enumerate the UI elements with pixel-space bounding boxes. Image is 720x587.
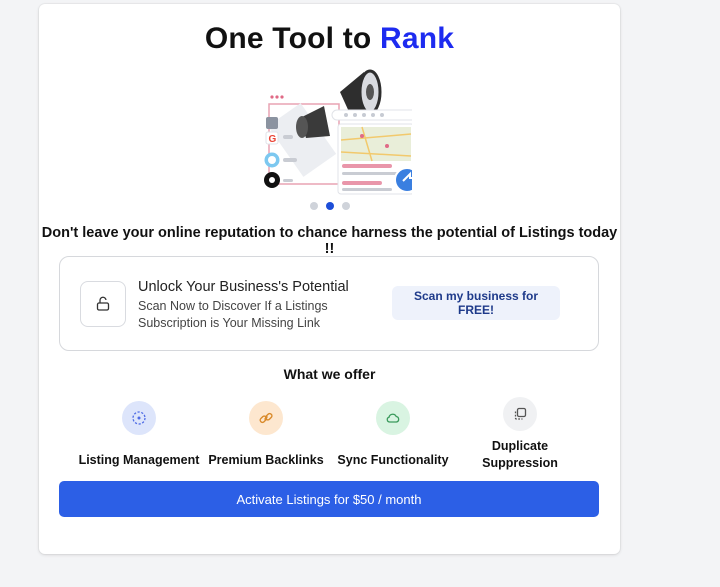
feature-label: Duplicate Suppression <box>482 439 558 470</box>
carousel-dot-active[interactable] <box>325 202 334 210</box>
feature-label: Listing Management <box>78 453 200 467</box>
unlock-heading: Unlock Your Business's Potential <box>138 279 349 295</box>
carousel-dots <box>39 202 620 210</box>
cloud-icon <box>376 401 410 435</box>
feature-sync-functionality: Sync Functionality <box>329 401 457 469</box>
unlock-panel: Unlock Your Business's Potential Scan No… <box>59 256 599 351</box>
unlock-description: Scan Now to Discover If a Listings Subsc… <box>138 299 328 330</box>
carousel-dot[interactable] <box>341 202 350 210</box>
feature-duplicate-suppression: Duplicate Suppression <box>456 397 584 472</box>
offer-heading: What we offer <box>283 366 376 382</box>
feature-listing-management: Listing Management <box>75 401 203 469</box>
title-accent: Rank <box>380 22 455 55</box>
page-title: One Tool to Rank <box>39 22 620 56</box>
hero-illustration: G <box>252 64 425 199</box>
svg-text:G: G <box>269 134 277 145</box>
carousel-dot[interactable] <box>309 202 318 210</box>
target-icon <box>122 401 156 435</box>
feature-label: Sync Functionality <box>337 453 449 467</box>
feature-premium-backlinks: Premium Backlinks <box>202 401 330 469</box>
feature-label: Premium Backlinks <box>208 453 324 467</box>
unlock-icon <box>96 296 110 311</box>
activate-listings-button[interactable]: Activate Listings for $50 / month <box>59 481 599 517</box>
copy-icon <box>503 397 537 431</box>
lock-tile <box>80 281 126 327</box>
title-main: One Tool to <box>204 22 372 55</box>
scan-business-button[interactable]: Scan my business for FREE! <box>392 286 560 320</box>
link-icon <box>249 401 283 435</box>
main-card: One Tool to Rank G Don't leave your onli… <box>39 4 620 554</box>
tagline: Don't leave your online reputation to ch… <box>41 225 618 257</box>
hero-illustration-graphic: G <box>264 69 425 195</box>
